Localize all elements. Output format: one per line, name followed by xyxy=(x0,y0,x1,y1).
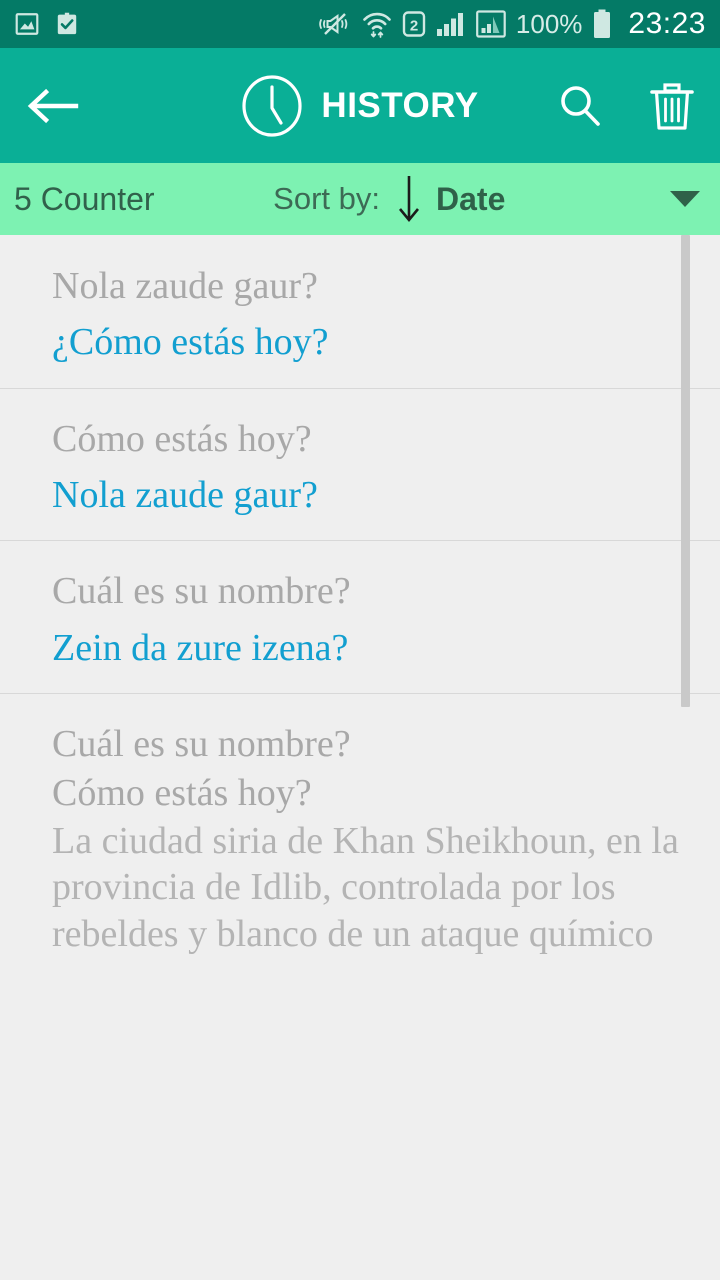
list-item[interactable]: Cuál es su nombre? Zein da zure izena? xyxy=(0,540,720,693)
search-button[interactable] xyxy=(556,82,604,130)
sort-value: Date xyxy=(436,180,506,217)
app-bar: HISTORY xyxy=(0,48,720,163)
sort-bar: 5 Counter Sort by: Date xyxy=(0,163,720,235)
status-bar-clock: 23:23 xyxy=(628,7,706,40)
battery-percent: 100% xyxy=(515,9,583,39)
history-source-text: Cómo estás hoy? xyxy=(52,417,312,460)
history-source-text: Nola zaude gaur? xyxy=(52,265,318,307)
battery-full-icon xyxy=(592,9,612,39)
list-item[interactable]: Cómo estás hoy? Nola zaude gaur? xyxy=(0,387,720,541)
signal-bars-icon xyxy=(436,10,466,38)
vertical-scrollbar[interactable] xyxy=(681,235,690,1280)
page-title: HISTORY xyxy=(321,85,479,125)
list-item[interactable]: Cuál es su nombre? Cómo estás hoy? La ci… xyxy=(0,693,720,965)
back-button[interactable] xyxy=(24,86,88,126)
scrollbar-thumb[interactable] xyxy=(681,235,690,707)
sort-by-label: Sort by: xyxy=(273,181,380,216)
history-counter: 5 Counter xyxy=(14,180,155,217)
svg-text:2: 2 xyxy=(410,18,418,35)
sim2-icon: 2 xyxy=(402,10,426,38)
gallery-icon xyxy=(14,11,40,37)
clipboard-check-icon xyxy=(54,11,80,37)
trash-icon xyxy=(650,82,694,130)
status-bar: 2 100% 23:23 xyxy=(0,0,720,48)
arrow-down-icon xyxy=(398,176,420,223)
history-list-container[interactable]: Nola zaude gaur? ¿Cómo estás hoy? Cómo e… xyxy=(0,235,720,1280)
list-item[interactable]: Nola zaude gaur? ¿Cómo estás hoy? xyxy=(0,235,720,388)
sort-selector[interactable]: Sort by: Date xyxy=(273,173,505,225)
history-source-text-line2: Cómo estás hoy? xyxy=(52,771,312,814)
history-translation-text: Zein da zure izena? xyxy=(52,626,349,669)
signal-bars-2-icon xyxy=(476,10,506,38)
back-arrow-icon xyxy=(27,88,79,123)
history-translation-text: ¿Cómo estás hoy? xyxy=(52,321,329,364)
history-source-text: Cuál es su nombre? xyxy=(52,723,351,766)
history-body-text: La ciudad siria de Khan Sheikhoun, en la… xyxy=(52,819,679,965)
mute-vibrate-icon xyxy=(318,10,352,38)
sort-direction-button[interactable] xyxy=(396,173,422,225)
wifi-icon xyxy=(362,10,392,38)
sort-dropdown-button[interactable] xyxy=(624,188,702,210)
history-list[interactable]: Nola zaude gaur? ¿Cómo estás hoy? Cómo e… xyxy=(0,235,720,965)
history-source-text: Cuál es su nombre? xyxy=(52,570,351,613)
delete-button[interactable] xyxy=(648,79,696,133)
search-icon xyxy=(561,85,600,126)
history-translation-text: Nola zaude gaur? xyxy=(52,474,318,517)
caret-down-icon xyxy=(670,191,700,207)
clock-icon xyxy=(242,74,303,137)
